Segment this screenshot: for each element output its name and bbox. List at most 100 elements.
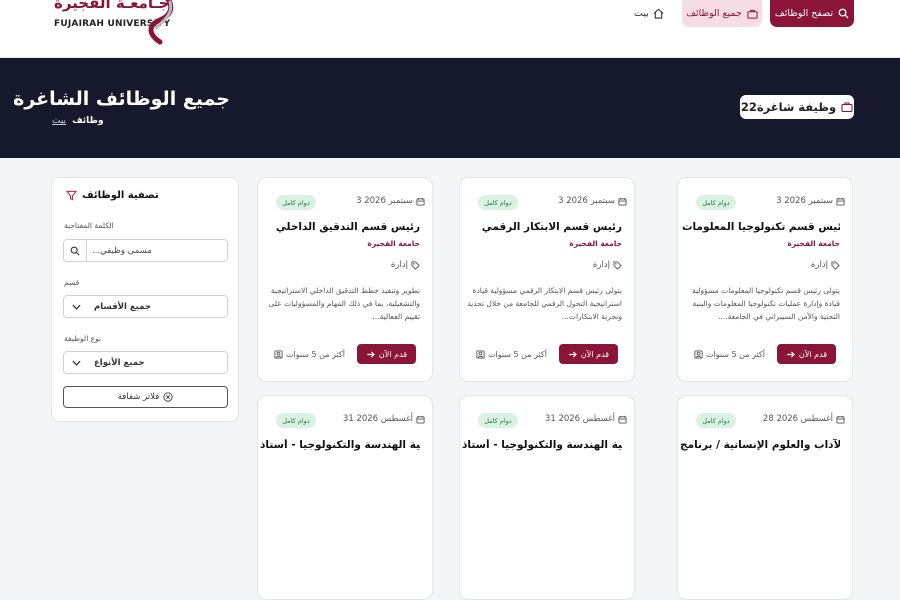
keyword-label: الكلمة المفتاحية: [64, 221, 114, 230]
department-select[interactable]: جميع الأقسام: [63, 295, 228, 318]
open-jobs-count-text: وظيفة شاغرة22: [740, 100, 837, 114]
job-category-text: إدارة: [592, 260, 610, 270]
close-circle-icon: [163, 392, 173, 402]
job-date: 31 أغسطس 2026: [545, 414, 627, 424]
home-icon: [653, 8, 664, 19]
nav-all-jobs-button[interactable]: جميع الوظائف: [682, 0, 762, 27]
job-card[interactable]: 28 أغسطس 2026 دوام كامل كلية الآداب والعلو…: [677, 395, 853, 600]
job-category-tag: إدارة: [391, 260, 420, 270]
job-card[interactable]: 3 سبتمبر 2026 دوام كامل رئيس قسم تكنولوجيا…: [677, 177, 853, 382]
calendar-icon: [836, 415, 845, 424]
job-date: 31 أغسطس 2026: [343, 414, 425, 424]
job-title[interactable]: رئيس قسم تكنولوجيا المعلومات: [682, 221, 840, 233]
job-date-text: 28 أغسطس 2026: [762, 414, 833, 424]
job-title[interactable]: رئيس قسم التدقيق الداخلي: [262, 221, 420, 233]
job-type-badge: دوام كامل: [696, 413, 736, 428]
job-type-select-value: جميع الأنواع: [94, 357, 145, 368]
job-date-text: 3 سبتمبر 2026: [356, 196, 413, 206]
search-icon: [70, 246, 80, 256]
calendar-icon: [836, 197, 845, 206]
job-category-tag: إدارة: [593, 260, 622, 270]
briefcase-icon: [747, 9, 758, 19]
calendar-icon: [416, 415, 425, 424]
chevron-down-icon: [72, 304, 81, 310]
breadcrumb-home-link[interactable]: بيت: [52, 116, 66, 126]
university-logo[interactable]: جـامعـة الفجيرة FUJAIRAH UNIVERSITY: [44, 0, 194, 50]
user-badge-icon: [694, 350, 703, 359]
breadcrumb-current: وظائف: [72, 116, 104, 126]
job-type-badge: دوام كامل: [696, 195, 736, 210]
job-title[interactable]: رئيس قسم الابتكار الرقمي: [464, 221, 622, 233]
apply-now-button[interactable]: قدم الآن: [357, 344, 416, 364]
arrow-right-icon: [786, 350, 795, 358]
job-title[interactable]: كلية الآداب والعلوم الإنسانية / برنامج: [680, 439, 840, 451]
open-jobs-count-badge: وظيفة شاغرة22: [740, 95, 854, 119]
tag-icon: [831, 260, 840, 270]
nav-browse-jobs-button[interactable]: تصفح الوظائف: [770, 0, 854, 27]
job-category-tag: إدارة: [811, 260, 840, 270]
nav-browse-jobs-label: تصفح الوظائف: [774, 8, 834, 19]
job-organization: جامعة الفجيرة: [569, 239, 622, 248]
calendar-icon: [618, 197, 627, 206]
job-experience: أكثر من 5 سنوات: [694, 350, 765, 359]
calendar-icon: [416, 197, 425, 206]
top-navbar: جـامعـة الفجيرة FUJAIRAH UNIVERSITY بيت …: [0, 0, 900, 58]
apply-now-label: قدم الآن: [378, 349, 408, 359]
keyword-placeholder: ...مسمى وظيفي: [92, 245, 152, 256]
job-card[interactable]: 31 أغسطس 2026 دوام كامل كلية الهندسة والتك…: [459, 395, 635, 600]
apply-now-button[interactable]: قدم الآن: [777, 344, 836, 364]
job-type-badge: دوام كامل: [478, 413, 518, 428]
calendar-icon: [618, 415, 627, 424]
job-title[interactable]: كلية الهندسة والتكنولوجيا - أستاذ: [462, 439, 622, 451]
apply-now-label: قدم الآن: [798, 349, 828, 359]
logo-mark-icon: [148, 0, 174, 45]
user-badge-icon: [476, 350, 485, 359]
tag-icon: [411, 260, 420, 270]
job-category-text: إدارة: [810, 260, 828, 270]
job-description: تطوير وتنفيذ خطط التدقيق الداخلي الاسترا…: [268, 286, 420, 321]
job-type-select[interactable]: جميع الأنواع: [63, 351, 228, 374]
job-experience-text: أكثر من 5 سنوات: [706, 350, 765, 359]
job-experience: أكثر من 5 سنوات: [476, 350, 547, 359]
arrow-right-icon: [568, 350, 577, 358]
nav-home-link[interactable]: بيت: [634, 4, 664, 22]
job-title[interactable]: كلية الهندسة والتكنولوجيا - أستاذ: [260, 439, 420, 451]
job-card[interactable]: 31 أغسطس 2026 دوام كامل كلية الهندسة والتك…: [257, 395, 433, 600]
job-experience-text: أكثر من 5 سنوات: [488, 350, 547, 359]
job-date: 3 سبتمبر 2026: [776, 196, 845, 206]
job-date: 3 سبتمبر 2026: [356, 196, 425, 206]
job-type-badge: دوام كامل: [276, 413, 316, 428]
apply-now-label: قدم الآن: [580, 349, 610, 359]
filters-header: تصفية الوظائف: [66, 190, 159, 201]
department-select-value: جميع الأقسام: [94, 301, 151, 312]
job-date-text: 31 أغسطس 2026: [544, 414, 615, 424]
search-icon: [838, 8, 849, 19]
page-title: جميع الوظائف الشاغرة: [13, 88, 230, 110]
job-type-badge: دوام كامل: [276, 195, 316, 210]
keyword-search-input[interactable]: ...مسمى وظيفي: [63, 239, 228, 262]
clear-filters-button[interactable]: فلاتر شفافة: [63, 386, 228, 408]
clear-filters-label: فلاتر شفافة: [117, 392, 160, 402]
tag-icon: [613, 260, 622, 270]
job-card[interactable]: 3 سبتمبر 2026 دوام كامل رئيس قسم التدقيق ا…: [257, 177, 433, 382]
department-label: قسم: [64, 278, 80, 287]
nav-home-label: بيت: [634, 7, 649, 19]
briefcase-icon: [841, 102, 853, 112]
breadcrumb: بيت وظائف: [52, 116, 104, 126]
job-description: يتولى رئيس قسم تكنولوجيا المعلومات مسؤول…: [691, 286, 840, 321]
job-date-text: 31 أغسطس 2026: [342, 414, 413, 424]
job-experience-text: أكثر من 5 سنوات: [286, 350, 345, 359]
job-organization: جامعة الفجيرة: [787, 239, 840, 248]
job-type-label: نوع الوظيفة: [64, 334, 102, 343]
nav-all-jobs-label: جميع الوظائف: [686, 8, 742, 19]
search-divider: [86, 240, 87, 261]
chevron-down-icon: [72, 360, 81, 366]
user-badge-icon: [274, 350, 283, 359]
job-category-text: إدارة: [390, 260, 408, 270]
job-date: 28 أغسطس 2026: [763, 414, 845, 424]
apply-now-button[interactable]: قدم الآن: [559, 344, 618, 364]
filter-icon: [66, 190, 77, 201]
job-card[interactable]: 3 سبتمبر 2026 دوام كامل رئيس قسم الابتكار …: [459, 177, 635, 382]
job-date-text: 3 سبتمبر 2026: [558, 196, 615, 206]
job-filters-panel: تصفية الوظائف الكلمة المفتاحية ...مسمى و…: [51, 177, 239, 422]
